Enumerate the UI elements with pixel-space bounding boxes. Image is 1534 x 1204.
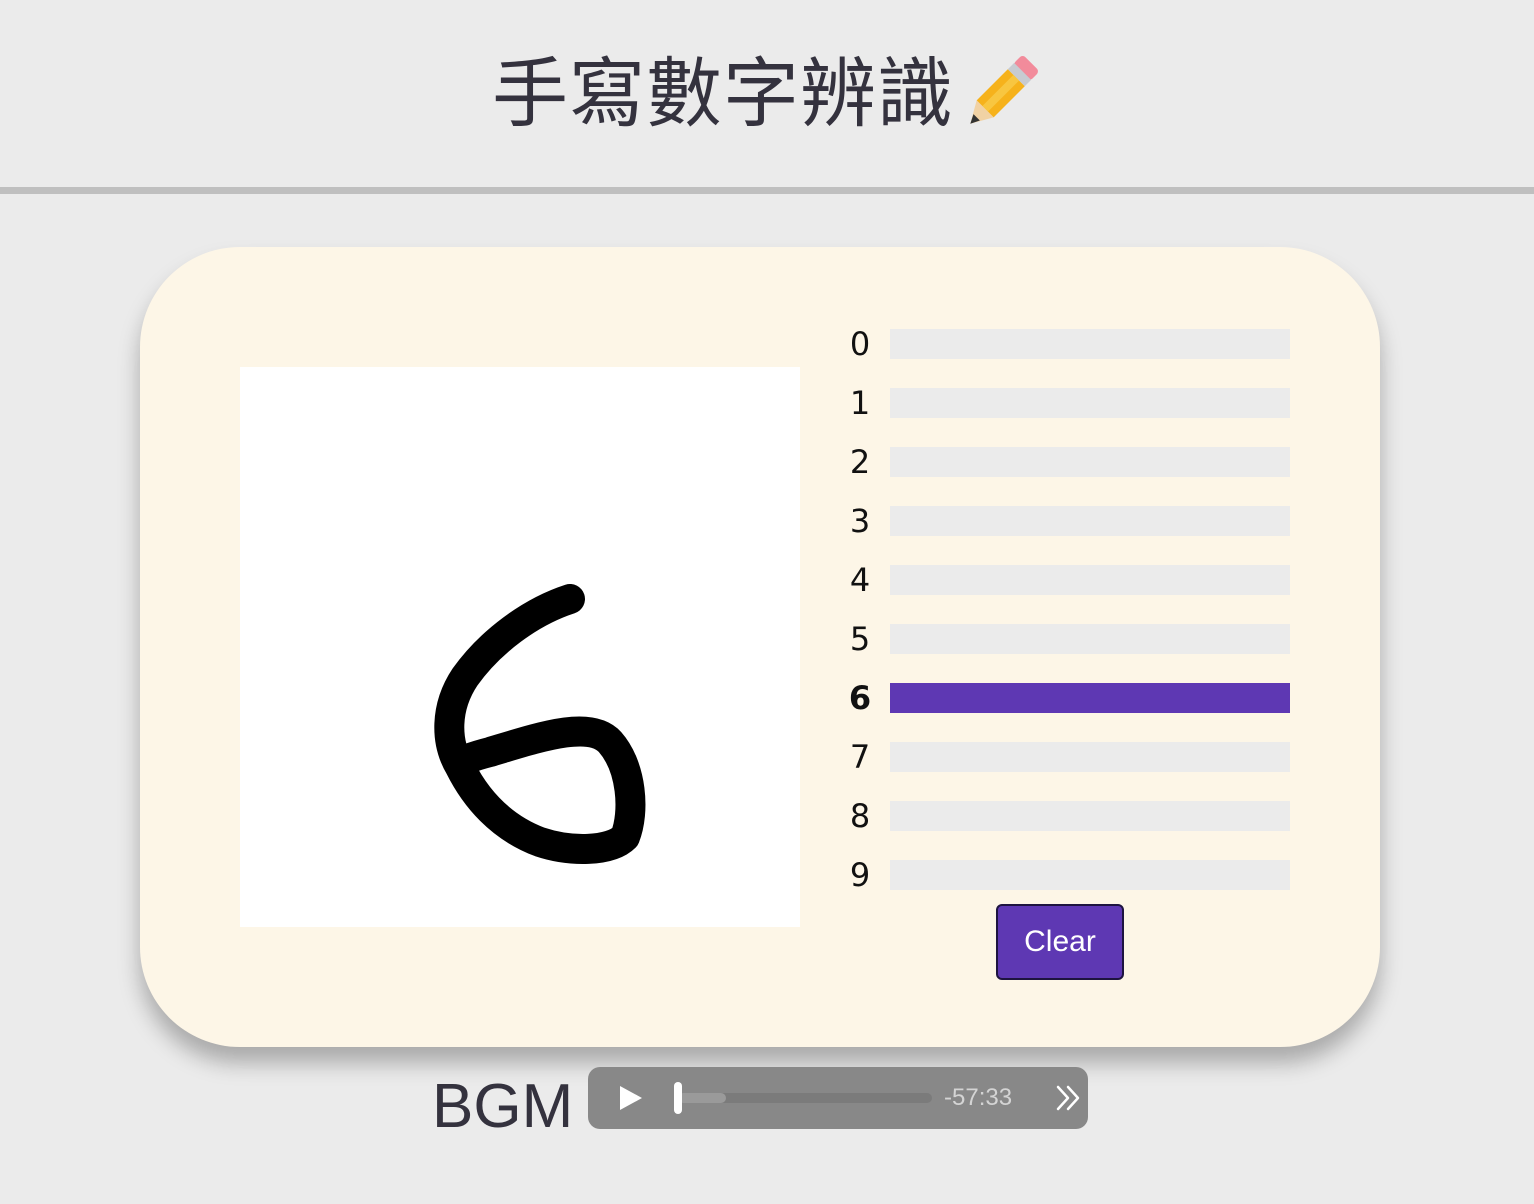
prob-bar-fill [890, 683, 1290, 713]
bgm-label: BGM [432, 1072, 574, 1141]
prob-row-0: 0 [840, 325, 1300, 363]
prob-row-8: 8 [840, 797, 1300, 835]
header-divider [0, 187, 1534, 194]
prob-row-2: 2 [840, 443, 1300, 481]
prob-row-3: 3 [840, 502, 1300, 540]
buffered-range [678, 1093, 727, 1103]
prob-digit-label: 4 [849, 561, 871, 599]
prob-row-9: 9 [840, 856, 1300, 894]
prob-row-6: 6 [840, 679, 1300, 717]
prob-row-5: 5 [840, 620, 1300, 658]
play-icon [620, 1086, 642, 1110]
clear-button[interactable]: Clear [996, 904, 1124, 980]
prob-row-4: 4 [840, 561, 1300, 599]
prob-bar-track [890, 860, 1290, 890]
prob-bar-track [890, 801, 1290, 831]
prob-digit-label: 2 [849, 443, 871, 481]
prob-bar-track [890, 388, 1290, 418]
prob-bar-track [890, 624, 1290, 654]
pencil-icon [958, 52, 1042, 136]
recognizer-card: 0 1 2 3 4 5 6 7 8 9 Clear [140, 247, 1380, 1047]
prob-bar-track [890, 683, 1290, 713]
prob-digit-label: 7 [849, 738, 871, 776]
prob-digit-label: 6 [848, 679, 872, 717]
prob-digit-label: 5 [849, 620, 871, 658]
audio-player[interactable]: -57:33 [588, 1067, 1088, 1129]
double-chevron-right-icon [1056, 1085, 1080, 1111]
handwritten-stroke [434, 584, 646, 864]
prob-digit-label: 1 [849, 384, 871, 422]
prob-digit-label: 0 [849, 325, 871, 363]
prob-bar-track [890, 506, 1290, 536]
page-title-text: 手寫數字辨識 [492, 48, 954, 138]
prob-digit-label: 3 [849, 502, 871, 540]
prob-bar-track [890, 565, 1290, 595]
prob-bar-track [890, 329, 1290, 359]
seek-bar[interactable] [678, 1093, 932, 1103]
time-remaining: -57:33 [944, 1084, 1013, 1111]
page-title: 手寫數字辨識 [492, 52, 1042, 136]
play-button[interactable] [610, 1079, 650, 1117]
prob-row-7: 7 [840, 738, 1300, 776]
seek-thumb[interactable] [674, 1082, 682, 1114]
prob-row-1: 1 [840, 384, 1300, 422]
more-options-button[interactable] [1054, 1083, 1084, 1113]
header: 手寫數字辨識 [0, 0, 1534, 187]
prob-bar-track [890, 742, 1290, 772]
drawing-canvas[interactable] [240, 367, 800, 927]
prob-digit-label: 9 [849, 856, 871, 894]
prob-digit-label: 8 [849, 797, 871, 835]
prob-bar-track [890, 447, 1290, 477]
